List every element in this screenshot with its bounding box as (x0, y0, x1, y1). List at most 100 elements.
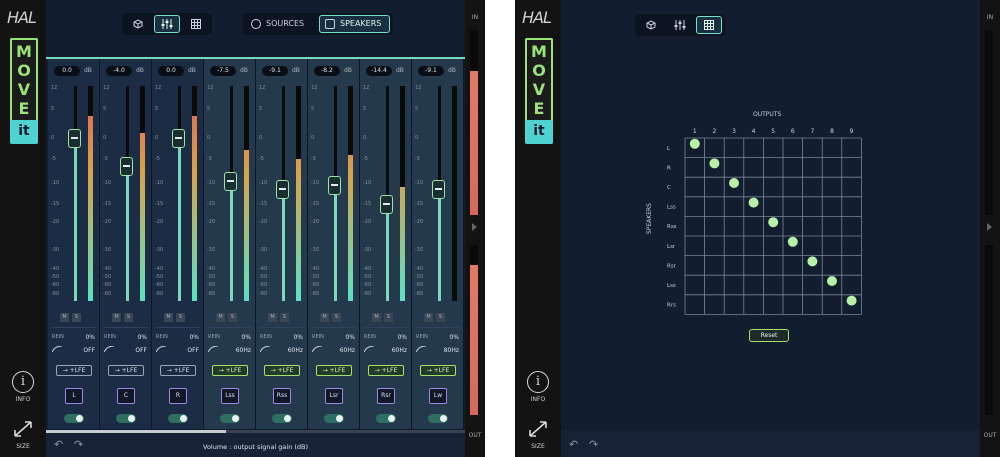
horizontal-scrollbar[interactable] (46, 430, 465, 433)
fader-knob[interactable] (172, 129, 185, 148)
routing-node[interactable] (689, 138, 700, 149)
routing-node[interactable] (807, 256, 818, 267)
rein-value[interactable]: 0% (345, 334, 355, 341)
gain-value[interactable]: -7.5 (210, 66, 236, 76)
fader-knob[interactable] (120, 157, 133, 176)
routing-node[interactable] (748, 197, 759, 208)
mute-button[interactable]: M (320, 313, 329, 322)
fader-knob[interactable] (432, 180, 445, 199)
channel-name[interactable]: C (117, 388, 135, 404)
solo-button[interactable]: S (72, 313, 81, 322)
undo-icon[interactable]: ↶ (54, 438, 63, 451)
crossover-value[interactable]: 60Hz (236, 347, 251, 354)
scrollbar-thumb[interactable] (46, 430, 226, 433)
redo-icon[interactable]: ↷ (74, 438, 83, 451)
mute-button[interactable]: M (112, 313, 121, 322)
channel-name[interactable]: R (169, 388, 187, 404)
rein-value[interactable]: 0% (189, 334, 199, 341)
fader-knob[interactable] (380, 195, 393, 214)
lfe-button[interactable]: → +LFE (264, 365, 300, 376)
channel-name[interactable]: Lss (221, 388, 239, 404)
solo-button[interactable]: S (384, 313, 393, 322)
crossover-value[interactable]: 60Hz (340, 347, 355, 354)
routing-node[interactable] (827, 276, 837, 286)
gain-value[interactable]: 0.0 (54, 66, 80, 76)
gain-value[interactable]: 0.0 (158, 66, 184, 76)
channel-name[interactable]: Lw (429, 388, 447, 404)
solo-button[interactable]: S (436, 313, 445, 322)
routing-node[interactable] (787, 236, 798, 247)
gain-value[interactable]: -9.1 (262, 66, 288, 76)
routing-node[interactable] (709, 158, 720, 169)
lfe-button[interactable]: → +LFE (56, 365, 92, 376)
3d-view-icon[interactable] (125, 15, 151, 33)
fader-knob[interactable] (328, 176, 341, 195)
routing-node[interactable] (768, 217, 779, 228)
gain-value[interactable]: -14.4 (366, 66, 392, 76)
redo-icon[interactable]: ↷ (589, 438, 598, 451)
mixer-icon[interactable] (154, 15, 180, 33)
fader-track[interactable] (386, 86, 389, 301)
channel-name[interactable]: Rsr (377, 388, 395, 404)
crossover-value[interactable]: 60Hz (392, 347, 407, 354)
channel-toggle[interactable] (428, 414, 448, 423)
routing-node[interactable] (729, 178, 739, 188)
solo-button[interactable]: S (280, 313, 289, 322)
speakers-tab[interactable]: SPEAKERS (319, 15, 390, 33)
lfe-button[interactable]: → +LFE (212, 365, 248, 376)
fader-track[interactable] (126, 86, 129, 301)
fader-track[interactable] (178, 86, 181, 301)
lfe-button[interactable]: → +LFE (160, 365, 196, 376)
reset-button[interactable]: Reset (749, 329, 789, 342)
resize-icon[interactable] (12, 419, 34, 439)
mute-button[interactable]: M (60, 313, 69, 322)
channel-toggle[interactable] (64, 414, 84, 423)
solo-button[interactable]: S (332, 313, 341, 322)
channel-name[interactable]: Rss (273, 388, 291, 404)
fader-knob[interactable] (68, 129, 81, 148)
channel-toggle[interactable] (116, 414, 136, 423)
crossover-value[interactable]: OFF (83, 347, 95, 354)
channel-name[interactable]: L (65, 388, 83, 404)
solo-button[interactable]: S (124, 313, 133, 322)
gain-value[interactable]: -8.2 (314, 66, 340, 76)
routing-matrix[interactable]: 1 2 3 4 5 6 7 8 9 L R C Lss Rss Lsr Rsr Lss Rrs (515, 0, 1000, 457)
undo-icon[interactable]: ↶ (569, 438, 578, 451)
sources-tab[interactable]: SOURCES (246, 15, 316, 33)
crossover-value[interactable]: OFF (187, 347, 199, 354)
solo-button[interactable]: S (228, 313, 237, 322)
rein-value[interactable]: 0% (241, 334, 251, 341)
mute-button[interactable]: M (216, 313, 225, 322)
lfe-button[interactable]: → +LFE (368, 365, 404, 376)
channel-toggle[interactable] (220, 414, 240, 423)
channel-toggle[interactable] (272, 414, 292, 423)
rein-value[interactable]: 0% (137, 334, 147, 341)
rein-value[interactable]: 0% (293, 334, 303, 341)
lfe-button[interactable]: → +LFE (316, 365, 352, 376)
gain-value[interactable]: -9.1 (418, 66, 444, 76)
lfe-button[interactable]: → +LFE (108, 365, 144, 376)
mute-button[interactable]: M (164, 313, 173, 322)
routing-node[interactable] (846, 295, 857, 306)
mute-button[interactable]: M (372, 313, 381, 322)
channel-name[interactable]: Lsr (325, 388, 343, 404)
crossover-value[interactable]: 60Hz (288, 347, 303, 354)
lfe-button[interactable]: → +LFE (420, 365, 456, 376)
fader-knob[interactable] (224, 172, 237, 191)
expand-arrow-icon[interactable] (472, 223, 477, 231)
expand-arrow-icon[interactable] (987, 223, 992, 231)
channel-toggle[interactable] (324, 414, 344, 423)
rein-value[interactable]: 0% (397, 334, 407, 341)
fader-knob[interactable] (276, 180, 289, 199)
mute-button[interactable]: M (268, 313, 277, 322)
gain-value[interactable]: -4.0 (106, 66, 132, 76)
crossover-value[interactable]: OFF (135, 347, 147, 354)
solo-button[interactable]: S (176, 313, 185, 322)
matrix-icon[interactable] (183, 15, 209, 33)
crossover-value[interactable]: 80Hz (444, 347, 459, 354)
rein-value[interactable]: 0% (85, 334, 95, 341)
info-icon[interactable]: i (12, 371, 34, 393)
rein-value[interactable]: 0% (449, 334, 459, 341)
mute-button[interactable]: M (424, 313, 433, 322)
channel-toggle[interactable] (376, 414, 396, 423)
